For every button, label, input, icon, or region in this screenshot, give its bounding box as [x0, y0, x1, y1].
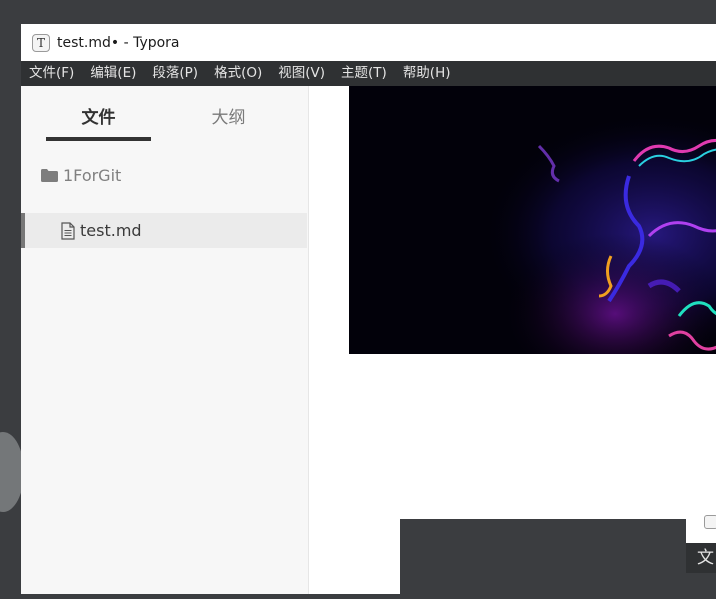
tab-outline[interactable]: 大纲 — [176, 106, 281, 130]
folder-icon — [41, 169, 58, 182]
background-window-menubar: 文 — [686, 543, 716, 573]
menu-edit[interactable]: 编辑(E) — [82, 61, 144, 86]
menu-bar: 文件(F) 编辑(E) 段落(P) 格式(O) 视图(V) 主题(T) 帮助(H… — [21, 61, 716, 86]
title-bar[interactable]: T test.md• - Typora — [21, 24, 716, 61]
tab-files[interactable]: 文件 — [46, 106, 151, 130]
file-label: test.md — [80, 221, 142, 240]
document-icon — [61, 221, 75, 240]
abstract-fluid-art — [349, 86, 716, 354]
menu-format[interactable]: 格式(O) — [206, 61, 270, 86]
menu-file[interactable]: 文件(F) — [21, 61, 82, 86]
folder-label: 1ForGit — [63, 166, 122, 185]
folder-item[interactable]: 1ForGit — [21, 158, 307, 193]
file-item-active[interactable]: test.md — [21, 213, 307, 248]
app-icon — [704, 515, 716, 529]
active-tab-indicator — [46, 137, 151, 141]
menu-theme[interactable]: 主题(T) — [333, 61, 395, 86]
typora-app-icon: T — [32, 33, 50, 52]
embedded-image[interactable] — [349, 86, 716, 354]
active-file-indicator — [21, 213, 25, 248]
menu-view[interactable]: 视图(V) — [270, 61, 333, 86]
background-window — [400, 519, 716, 599]
menu-paragraph[interactable]: 段落(P) — [144, 61, 206, 86]
menu-help[interactable]: 帮助(H) — [395, 61, 459, 86]
sidebar: 文件 大纲 1ForGit test.md — [21, 86, 309, 594]
background-window-titlebar — [686, 513, 716, 543]
window-title: test.md• - Typora — [57, 34, 180, 51]
editor-area[interactable] — [309, 86, 716, 594]
typora-window: T test.md• - Typora 文件(F) 编辑(E) 段落(P) 格式… — [21, 24, 716, 594]
background-menu-fragment[interactable]: 文 — [697, 548, 714, 568]
